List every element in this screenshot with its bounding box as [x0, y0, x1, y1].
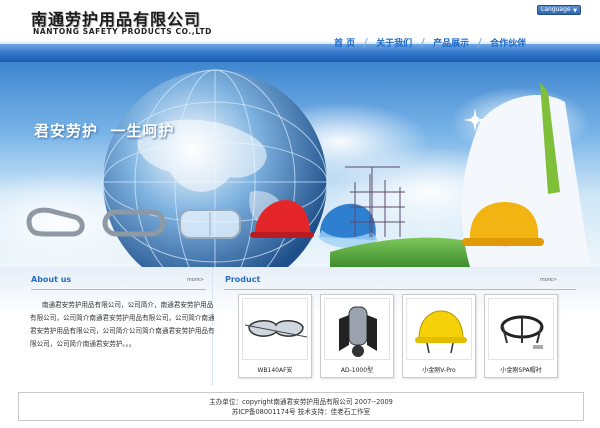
yellow-hard-hat-icon [415, 310, 467, 354]
helmet-suspension-icon [500, 315, 544, 349]
product-card[interactable]: 小金刚V-Pro [402, 294, 476, 378]
about-more-link[interactable]: more> [187, 277, 204, 283]
nav-item-partners[interactable]: 合作伙伴 [490, 36, 526, 49]
product-card[interactable]: 小金刚SPA帽衬 [484, 294, 558, 378]
nav-item-products[interactable]: 产品展示 [433, 36, 469, 49]
site-header: 南通劳护用品有限公司 NANTONG SAFETY PRODUCTS CO.,L… [0, 0, 600, 62]
about-title: About us [31, 275, 72, 284]
language-label: Language [541, 6, 571, 13]
divider [31, 289, 206, 290]
product-caption: 小金刚SPA帽衬 [500, 367, 542, 374]
hero-banner: 君安劳护 一生呵护 [0, 62, 600, 267]
product-image [488, 298, 554, 360]
banner-slogan: 君安劳护 一生呵护 [34, 122, 175, 140]
product-title: Product [225, 275, 261, 284]
footer-copyright: 主办单位：copyright南通君安劳护用品有限公司 2007--2009 [209, 398, 393, 406]
about-header: About us more> [18, 275, 212, 289]
divider [224, 289, 576, 290]
breathing-apparatus-icon [339, 306, 377, 357]
product-card[interactable]: AD-1000型 [320, 294, 394, 378]
language-select[interactable]: Language ▼ [537, 5, 581, 15]
main-nav: 首 页 关于我们 产品展示 合作伙伴 [334, 36, 526, 49]
banner-illustration [0, 69, 590, 267]
product-more-link[interactable]: more> [540, 277, 557, 283]
product-caption: WB140AF安 [257, 367, 293, 374]
product-caption: 小金刚V-Pro [422, 367, 456, 374]
product-caption: AD-1000型 [340, 367, 374, 374]
nav-separator [477, 37, 482, 48]
about-section: About us more> 南通君安劳护用品有限公司，公司简介，南通君安劳护用… [18, 267, 215, 385]
nav-separator [363, 37, 368, 48]
logo-english: NANTONG SAFETY PRODUCTS CO.,LTD [33, 27, 212, 36]
product-image [406, 298, 472, 360]
product-image [324, 298, 390, 360]
nav-item-home[interactable]: 首 页 [334, 36, 355, 49]
nav-separator [420, 37, 425, 48]
content-area: About us more> 南通君安劳护用品有限公司，公司简介，南通君安劳护用… [0, 267, 600, 387]
goggles-icon [179, 209, 241, 239]
product-card[interactable]: WB140AF安 [238, 294, 312, 378]
chevron-down-icon: ▼ [573, 8, 577, 14]
footer-icp: 苏ICP备08001174号 技术支持：佳老石工作室 [231, 408, 371, 416]
product-image [242, 298, 308, 360]
site-footer: 主办单位：copyright南通君安劳护用品有限公司 2007--2009 苏I… [18, 392, 584, 421]
product-header: Product more> [214, 275, 584, 289]
goggles-icon [244, 320, 308, 338]
about-text: 南通君安劳护用品有限公司，公司简介，南通君安劳护用品有限公司，公司简介南通君安劳… [30, 301, 215, 348]
nav-item-about[interactable]: 关于我们 [376, 36, 412, 49]
product-section: Product more> WB140AF安 AD-1000型 小金刚V-Pro… [214, 267, 584, 385]
